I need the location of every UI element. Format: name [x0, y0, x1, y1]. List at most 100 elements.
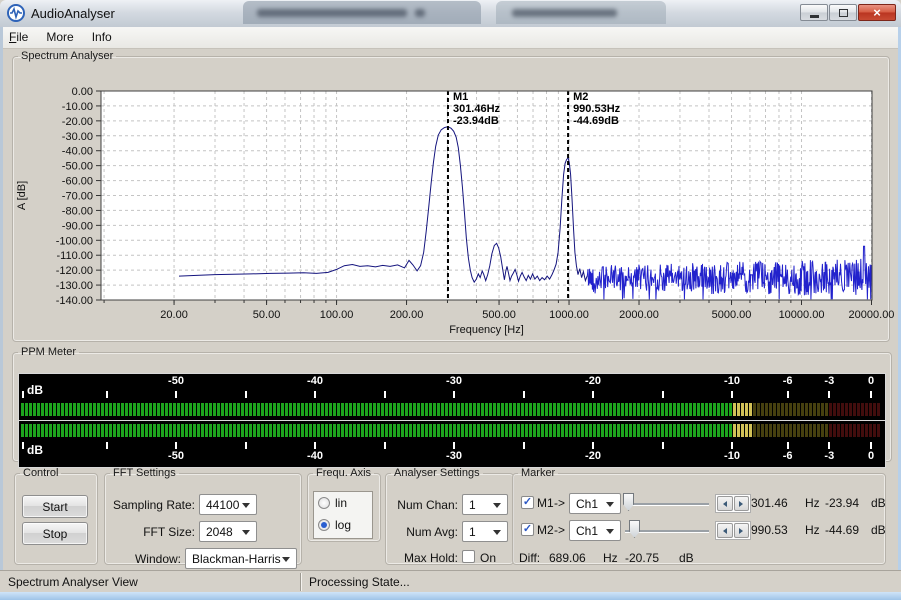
menu-item-info[interactable]: Info: [83, 27, 121, 48]
statusbar: Spectrum Analyser View Processing State.…: [0, 570, 901, 593]
fft-size-label: FFT Size:: [109, 525, 195, 539]
ppm-scale-tick: [22, 442, 24, 449]
dropdown-arrow-icon: [242, 530, 250, 535]
ppm-meter-channel-2: dB-50-40-30-20-10-6-30: [18, 420, 886, 468]
log-radio[interactable]: [318, 519, 330, 531]
num-chan-select[interactable]: 1: [462, 494, 508, 515]
menu-items: FileMoreInfo: [0, 27, 901, 48]
ppm-scale-tick: [870, 442, 872, 449]
menu-item-file[interactable]: File: [0, 27, 37, 48]
minimize-button[interactable]: [800, 4, 828, 21]
ppm-scale-label: 0: [854, 375, 888, 387]
dropdown-arrow-icon: [606, 502, 614, 507]
analyser-settings-group: Analyser Settings Num Chan: 1 Num Avg: 1…: [385, 467, 514, 565]
svg-text:100.00: 100.00: [320, 309, 354, 321]
svg-text:1000.00: 1000.00: [549, 309, 589, 321]
svg-text:2000.00: 2000.00: [619, 309, 659, 321]
right-arrow-icon: [739, 528, 743, 534]
m2-level-value: -44.69: [825, 523, 859, 537]
m2-channel-select[interactable]: Ch1: [569, 520, 621, 541]
svg-text:-120.00: -120.00: [56, 265, 93, 277]
start-button[interactable]: Start: [22, 495, 88, 518]
ppm-scale-tick: [245, 391, 247, 398]
window-bottom-border: [0, 592, 901, 600]
num-avg-select[interactable]: 1: [462, 521, 508, 542]
max-hold-label: Max Hold:: [390, 551, 458, 565]
ppm-scale-tick: [384, 442, 386, 449]
freq-axis-group: Frequ. Axis lin log: [307, 467, 381, 542]
svg-text:-10.00: -10.00: [62, 101, 93, 113]
m2-slider-thumb[interactable]: [629, 520, 640, 538]
svg-text:50.00: 50.00: [253, 309, 281, 321]
stop-button[interactable]: Stop: [22, 522, 88, 545]
m2-step-buttons: [715, 521, 751, 540]
num-chan-label: Num Chan:: [390, 498, 458, 512]
svg-text:10000.00: 10000.00: [779, 309, 825, 321]
m1-level-unit: dB: [871, 496, 886, 510]
window-select[interactable]: Blackman-Harris: [185, 548, 297, 569]
ppm-scale-label: -50: [159, 375, 193, 387]
ppm-scale-tick: [314, 391, 316, 398]
control-group-label: Control: [20, 467, 61, 479]
m1-freq-value: 301.46: [751, 496, 788, 510]
ppm-scale-label: -6: [771, 450, 805, 462]
right-arrow-icon: [739, 501, 743, 507]
spectrum-group-label: Spectrum Analyser: [18, 50, 116, 62]
window-value: Blackman-Harris: [192, 552, 281, 566]
diff-level-unit: dB: [679, 551, 694, 565]
ppm-scale-label: -6: [771, 375, 805, 387]
max-hold-checkbox[interactable]: [462, 550, 475, 563]
sampling-rate-select[interactable]: 44100: [199, 494, 257, 515]
svg-text:200.00: 200.00: [390, 309, 424, 321]
dropdown-arrow-icon: [242, 503, 250, 508]
analyser-group-label: Analyser Settings: [391, 467, 483, 479]
num-chan-value: 1: [469, 498, 476, 512]
fft-settings-group: FFT Settings Sampling Rate: 44100 FFT Si…: [104, 467, 302, 565]
m2-freq-unit: Hz: [805, 523, 820, 537]
m2-arrow-label: ->: [554, 523, 565, 537]
ppm-scale-tick: [175, 442, 177, 449]
m1-step-left-button[interactable]: [717, 496, 733, 511]
m2-step-right-button[interactable]: [734, 523, 750, 538]
ppm-db-unit-label: dB: [27, 383, 43, 397]
sampling-rate-label: Sampling Rate:: [109, 498, 195, 512]
ppm-scale-tick: [106, 391, 108, 398]
ppm-scale-label: -3: [812, 375, 846, 387]
ppm-level-bar: [21, 402, 881, 417]
statusbar-divider: [300, 573, 301, 591]
ppm-scale-tick: [787, 442, 789, 449]
svg-text:-20.00: -20.00: [62, 116, 93, 128]
ppm-scale-tick: [22, 391, 24, 398]
m1-slider-track[interactable]: [625, 503, 709, 505]
svg-text:20000.00: 20000.00: [849, 309, 895, 321]
dropdown-arrow-icon: [282, 557, 290, 562]
m2-label: M2: [537, 523, 554, 537]
ppm-scale-tick: [828, 391, 830, 398]
fft-size-value: 2048: [206, 525, 233, 539]
lin-radio[interactable]: [318, 497, 330, 509]
svg-text:-70.00: -70.00: [62, 191, 93, 203]
marker-group-label: Marker: [518, 467, 558, 479]
m1-checkbox[interactable]: ✓: [521, 496, 534, 509]
m1-step-right-button[interactable]: [734, 496, 750, 511]
m2-step-left-button[interactable]: [717, 523, 733, 538]
svg-text:-60.00: -60.00: [62, 176, 93, 188]
ppm-scale-label: -3: [812, 450, 846, 462]
log-label: log: [335, 518, 351, 532]
m1-channel-select[interactable]: Ch1: [569, 493, 621, 514]
ppm-scale-label: -30: [437, 375, 471, 387]
svg-text:-140.00: -140.00: [56, 295, 93, 307]
spectrum-plot[interactable]: 0.00-10.00-20.00-30.00-40.00-50.00-60.00…: [15, 80, 896, 350]
fft-size-select[interactable]: 2048: [199, 521, 257, 542]
menu-item-more[interactable]: More: [37, 27, 82, 48]
m2-checkbox[interactable]: ✓: [521, 523, 534, 536]
svg-text:500.00: 500.00: [482, 309, 516, 321]
m1-level-value: -23.94: [825, 496, 859, 510]
close-button[interactable]: ×: [858, 4, 896, 21]
svg-text:Frequency [Hz]: Frequency [Hz]: [449, 324, 524, 336]
m1-slider-thumb[interactable]: [623, 493, 634, 511]
sampling-rate-value: 44100: [206, 498, 239, 512]
num-avg-label: Num Avg:: [390, 525, 458, 539]
window-title: AudioAnalyser: [31, 6, 115, 21]
maximize-button[interactable]: [829, 4, 857, 21]
